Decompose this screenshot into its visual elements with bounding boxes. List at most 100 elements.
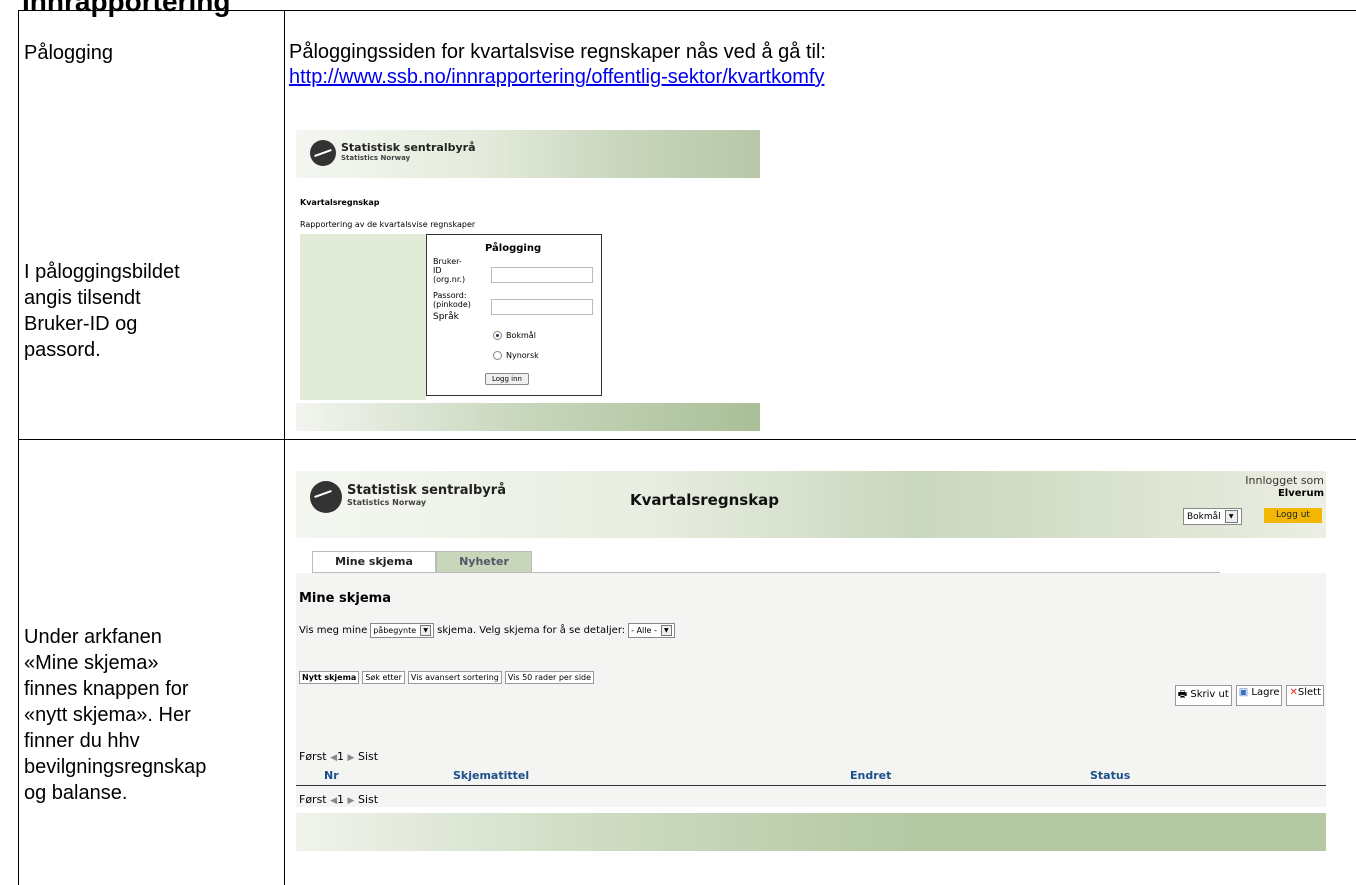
logo-name: Statistisk sentralbyrå (341, 141, 476, 154)
new-form-button[interactable]: Nytt skjema (299, 671, 360, 684)
password-input[interactable] (491, 299, 593, 315)
mine-skjema-panel: Mine skjema Vis meg mine påbegynte ▼ skje… (296, 573, 1326, 807)
column-header-nr[interactable]: Nr (324, 769, 339, 782)
prev-icon[interactable]: ◀ (330, 753, 337, 763)
save-label: Lagre (1251, 687, 1280, 698)
label-line: ID (433, 266, 442, 275)
app-footer (296, 813, 1326, 851)
save-button[interactable]: ▣ Lagre (1235, 685, 1283, 706)
logged-in-label: Innlogget som (1245, 474, 1324, 487)
status-filter-select[interactable]: påbegynte ▼ (370, 623, 435, 638)
password-label: Passord: (pinkode) (433, 291, 471, 309)
nav-last[interactable]: Sist (358, 750, 378, 763)
printer-icon: 🖶 (1177, 689, 1188, 700)
text-line: «nytt skjema». Her (24, 704, 191, 726)
logo-subname: Statistics Norway (347, 498, 427, 507)
text-line: og balanse. (24, 782, 128, 804)
nav-first[interactable]: Først (299, 750, 327, 763)
radio-label: Bokmål (506, 331, 536, 340)
login-screenshot: Statistisk sentralbyrå Statistics Norway… (296, 130, 760, 431)
intro-text: Påloggingssiden for kvartalsvise regnska… (289, 41, 826, 63)
filter-row: Vis meg mine påbegynte ▼ skjema. Velg skj… (299, 623, 678, 638)
form-filter-select[interactable]: - Alle - ▼ (628, 623, 675, 638)
text-line: finner du hhv (24, 730, 140, 752)
delete-label: Slett (1297, 687, 1321, 698)
text-line: I påloggingsbildet (24, 261, 180, 283)
tab-mine-skjema[interactable]: Mine skjema (312, 551, 436, 572)
filter-middle: skjema. Velg skjema for å se detaljer: (437, 625, 626, 636)
select-value: påbegynte (373, 626, 417, 635)
user-name: Elverum (1277, 488, 1324, 499)
login-subtitle: Rapportering av de kvartalsvise regnskap… (300, 220, 476, 229)
label-line: (org.nr.) (433, 275, 466, 284)
login-url-link[interactable]: http://www.ssb.no/innrapportering/offent… (289, 65, 826, 90)
column-header-changed[interactable]: Endret (850, 769, 891, 782)
text-line: bevilgningsregnskap (24, 756, 207, 778)
chevron-down-icon: ▼ (420, 625, 432, 636)
login-button[interactable]: Logg inn (485, 373, 529, 385)
chevron-down-icon: ▼ (1224, 510, 1238, 523)
next-icon[interactable]: ▶ (348, 753, 355, 763)
login-footer (296, 403, 760, 431)
label-line: Bruker- (433, 257, 462, 266)
text-line: finnes knappen for (24, 678, 189, 700)
app-screenshot: Statistisk sentralbyrå Statistics Norway… (296, 471, 1326, 883)
nav-last[interactable]: Sist (358, 793, 378, 806)
ssb-logo: Statistisk sentralbyrå Statistics Norway (310, 481, 506, 513)
language-label: Språk (433, 312, 459, 322)
filter-prefix: Vis meg mine (299, 625, 368, 636)
action-buttons: Nytt skjema Søk etter Vis avansert sorte… (299, 671, 595, 684)
app-title: Kvartalsregnskap (630, 491, 780, 509)
logout-button[interactable]: Logg ut (1264, 508, 1322, 523)
text-line: angis tilsendt (24, 287, 141, 309)
language-select[interactable]: Bokmål ▼ (1183, 508, 1242, 525)
advanced-sort-button[interactable]: Vis avansert sortering (407, 671, 502, 684)
login-box-title: Pålogging (485, 243, 542, 254)
login-box: Pålogging Bruker- ID (org.nr.) Passord: … (426, 234, 602, 396)
table-column-divider (284, 10, 285, 885)
pagination-bottom: Først ◀1 ▶ Sist (299, 793, 378, 806)
logged-in-info: Innlogget som Elverum (1245, 475, 1324, 500)
text-line: «Mine skjema» (24, 652, 159, 674)
column-header-title[interactable]: Skjematittel (453, 769, 529, 782)
label-line: (pinkode) (433, 300, 471, 309)
nav-first[interactable]: Først (299, 793, 327, 806)
login-banner: Statistisk sentralbyrå Statistics Norway (296, 130, 760, 178)
logo-subname: Statistics Norway (341, 154, 411, 162)
radio-nynorsk[interactable]: Nynorsk (493, 351, 539, 360)
nav-page[interactable]: 1 (337, 793, 344, 806)
radio-unselected-icon (493, 351, 502, 360)
radio-label: Nynorsk (506, 351, 539, 360)
prev-icon[interactable]: ◀ (330, 796, 337, 806)
section-title: Mine skjema (299, 591, 391, 606)
logo-name: Statistisk sentralbyrå (347, 483, 506, 498)
text-line: Bruker-ID og (24, 313, 138, 335)
row1-left-description: I påloggingsbildet angis tilsendt Bruker… (24, 259, 180, 363)
user-id-input[interactable] (491, 267, 593, 283)
language-value: Bokmål (1187, 511, 1221, 522)
chevron-down-icon: ▼ (660, 625, 672, 636)
delete-x-icon: ✕ (1289, 687, 1298, 698)
next-icon[interactable]: ▶ (348, 796, 355, 806)
row2-left-description: Under arkfanen «Mine skjema» finnes knap… (24, 624, 206, 806)
app-banner: Statistisk sentralbyrå Statistics Norway… (296, 471, 1326, 538)
login-page-title: Kvartalsregnskap (300, 198, 380, 207)
toolbar-right: 🖶 Skriv ut ▣ Lagre ✕Slett (1174, 685, 1324, 706)
print-button[interactable]: 🖶 Skriv ut (1174, 685, 1232, 706)
ssb-logo-icon (310, 140, 336, 166)
text-line: passord. (24, 339, 101, 361)
nav-page[interactable]: 1 (337, 750, 344, 763)
text-line: Under arkfanen (24, 626, 162, 648)
login-side-panel (300, 234, 426, 400)
tab-nyheter[interactable]: Nyheter (436, 551, 532, 572)
row1-left-title: Pålogging (24, 42, 113, 64)
column-header-status[interactable]: Status (1090, 769, 1130, 782)
rows-per-page-button[interactable]: Vis 50 rader per side (504, 671, 595, 684)
header-divider (296, 785, 1326, 786)
select-value: - Alle - (631, 626, 657, 635)
search-button[interactable]: Søk etter (362, 671, 405, 684)
radio-bokmal[interactable]: Bokmål (493, 331, 536, 340)
delete-button[interactable]: ✕Slett (1286, 685, 1324, 706)
print-label: Skriv ut (1190, 689, 1229, 700)
ssb-logo: Statistisk sentralbyrå Statistics Norway (310, 140, 476, 166)
